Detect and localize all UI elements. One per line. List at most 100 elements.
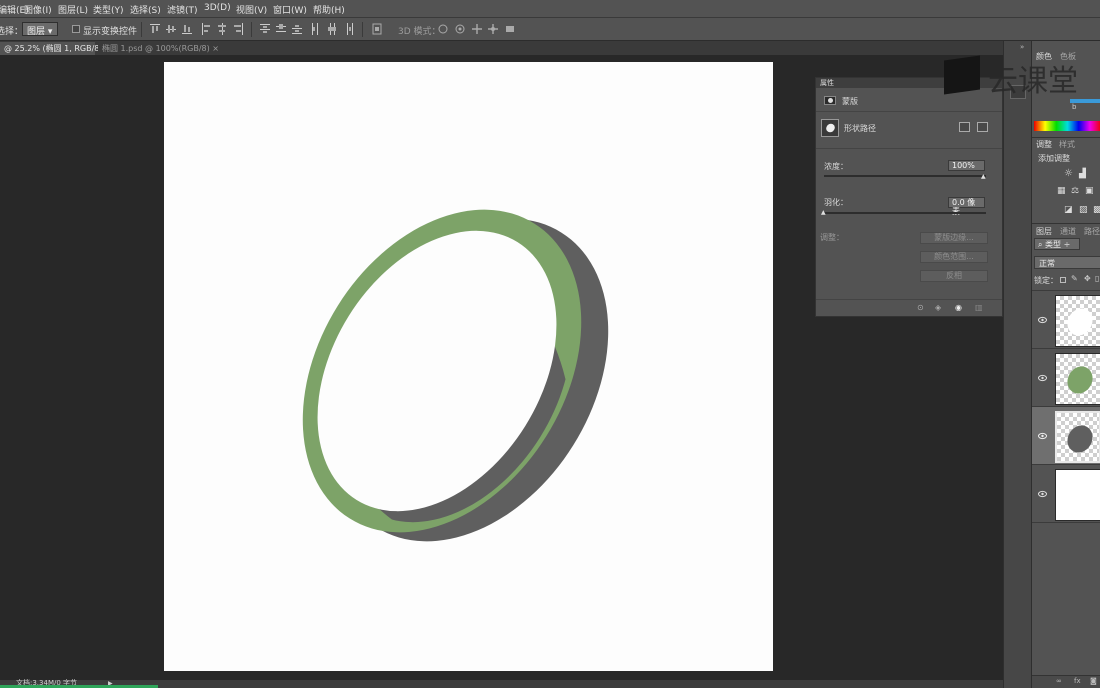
tab-layers[interactable]: 图层 — [1036, 226, 1052, 237]
feather-input[interactable]: 0.0 像素 — [948, 197, 985, 216]
3d-scale-icon[interactable] — [505, 23, 515, 35]
distribute-bottom-icon[interactable] — [292, 23, 302, 35]
density-slider[interactable] — [824, 175, 986, 177]
add-pixel-mask-icon[interactable] — [959, 122, 970, 132]
gradient-map-icon[interactable]: ▨ — [1079, 205, 1088, 215]
layer-style-icon[interactable]: fx — [1074, 677, 1081, 685]
visibility-eye-icon[interactable] — [1038, 314, 1047, 324]
menu-type[interactable]: 类型(Y) — [93, 3, 124, 16]
color-balance-icon[interactable]: ⚖ — [1071, 186, 1079, 196]
properties-footer: ⊙ ◈ ◉ ▥ — [816, 299, 1002, 316]
blend-mode-value: 正常 — [1039, 259, 1055, 268]
tab-document[interactable]: 椭圆 1.psd @ 100%(RGB/8) × — [98, 42, 219, 55]
layer-row[interactable] — [1032, 349, 1100, 407]
hue-saturation-icon[interactable]: ▦ — [1057, 186, 1066, 196]
align-hcenter-icon[interactable] — [217, 23, 227, 35]
3d-mode-label: 3D 模式： — [398, 27, 441, 37]
status-bar: 文档:3.34M/0 字节 ▶ — [0, 679, 1030, 688]
options-bar: 选择： 图层 ▾ 显示变换控件 3D 模式： — [0, 18, 1100, 41]
add-vector-mask-icon[interactable] — [977, 122, 988, 132]
separator — [141, 22, 142, 37]
align-vcenter-icon[interactable] — [166, 23, 176, 35]
auto-select-value: 图层 — [27, 27, 46, 37]
apply-mask-icon[interactable]: ◈ — [935, 303, 941, 312]
density-slider-thumb[interactable]: ▲ — [981, 173, 986, 180]
link-layers-icon[interactable]: ∞ — [1056, 677, 1062, 685]
tab-channels[interactable]: 通道 — [1060, 226, 1076, 237]
divider — [816, 148, 1002, 149]
black-white-icon[interactable]: ▣ — [1085, 186, 1094, 196]
layer-thumbnail — [1055, 353, 1100, 405]
layer-row-selected[interactable] — [1032, 407, 1100, 465]
3d-pan-icon[interactable] — [472, 23, 482, 35]
menu-help[interactable]: 帮助(H) — [313, 3, 345, 16]
layer-row[interactable] — [1032, 291, 1100, 349]
menu-filter[interactable]: 滤镜(T) — [167, 3, 198, 16]
layer-thumbnail — [1055, 411, 1100, 463]
blend-mode-dropdown[interactable]: 正常 — [1034, 256, 1100, 269]
brightness-icon[interactable]: ☼ — [1064, 168, 1073, 179]
shape-path-thumbnail[interactable] — [821, 119, 839, 137]
distribute-left-icon[interactable] — [311, 23, 321, 35]
3d-rotate-icon[interactable] — [438, 23, 448, 35]
properties-panel: 属性 蒙版 形状路径 浓度： 100% ▲ 羽化： 0.0 像素 ▲ 调整： 蒙… — [815, 77, 1003, 317]
color-range-button[interactable]: 颜色范围... — [920, 251, 988, 263]
lock-transparent-icon[interactable] — [1060, 277, 1066, 283]
visibility-eye-icon[interactable] — [1038, 430, 1047, 440]
align-left-icon[interactable] — [201, 23, 211, 35]
channel-b-label: b — [1072, 103, 1077, 111]
load-selection-icon[interactable]: ⊙ — [917, 303, 924, 312]
feather-slider[interactable] — [824, 212, 986, 214]
density-input[interactable]: 100% — [948, 160, 985, 171]
show-transform-checkbox[interactable] — [72, 25, 80, 33]
add-mask-icon[interactable]: ◙ — [1090, 677, 1097, 685]
trash-icon[interactable]: ▥ — [975, 303, 983, 312]
visibility-eye-icon[interactable] — [1038, 372, 1047, 382]
distribute-vcenter-icon[interactable] — [276, 23, 286, 35]
mask-edge-button[interactable]: 蒙版边缘... — [920, 232, 988, 244]
collapsed-panel-strip: » — [1003, 41, 1031, 688]
invert-adjust-icon[interactable]: ◪ — [1064, 205, 1073, 215]
tab-adjustments[interactable]: 调整 — [1036, 139, 1052, 150]
divider — [816, 111, 1002, 112]
auto-align-icon[interactable] — [372, 23, 382, 35]
lock-move-icon[interactable]: ✥ — [1084, 274, 1091, 283]
distribute-right-icon[interactable] — [343, 23, 353, 35]
menu-image[interactable]: 图像(I) — [24, 3, 52, 16]
menu-layer[interactable]: 图层(L) — [58, 3, 88, 16]
menu-select[interactable]: 选择(S) — [130, 3, 161, 16]
tab-close-icon[interactable]: × — [212, 44, 219, 53]
3d-slide-icon[interactable] — [488, 23, 498, 35]
levels-icon[interactable]: ▟ — [1079, 169, 1086, 179]
menu-window[interactable]: 窗口(W) — [273, 3, 307, 16]
align-bottom-icon[interactable] — [182, 23, 192, 35]
align-right-icon[interactable] — [233, 23, 243, 35]
3d-roll-icon[interactable] — [455, 23, 465, 35]
kind-filter-value: 类型 — [1045, 240, 1062, 249]
separator — [362, 22, 363, 37]
mask-icon[interactable] — [824, 96, 836, 105]
selective-color-icon[interactable]: ▩ — [1093, 205, 1100, 215]
feather-slider-thumb[interactable]: ▲ — [821, 209, 826, 216]
document-canvas[interactable] — [164, 62, 773, 671]
tab-styles[interactable]: 样式 — [1059, 139, 1075, 150]
invert-button[interactable]: 反相 — [920, 270, 988, 282]
lock-all-icon[interactable]: ▯ — [1095, 274, 1099, 283]
layer-kind-filter[interactable]: ⌕ 类型 ÷ — [1034, 238, 1080, 250]
visibility-eye-icon[interactable]: ◉ — [955, 303, 962, 312]
align-top-icon[interactable] — [150, 23, 160, 35]
color-ramp[interactable] — [1034, 121, 1100, 131]
feather-label: 羽化： — [824, 198, 848, 207]
menu-view[interactable]: 视图(V) — [236, 3, 267, 16]
collapse-panels-icon[interactable]: » — [1020, 43, 1024, 51]
adjust-label: 调整： — [820, 233, 844, 242]
tab-paths[interactable]: 路径 — [1084, 226, 1100, 237]
visibility-eye-icon[interactable] — [1038, 488, 1047, 498]
distribute-top-icon[interactable] — [260, 23, 270, 35]
auto-select-dropdown[interactable]: 图层 ▾ — [22, 22, 58, 37]
layer-row[interactable] — [1032, 465, 1100, 523]
menu-3d[interactable]: 3D(D) — [204, 3, 231, 13]
lock-brush-icon[interactable]: ✎ — [1071, 274, 1078, 283]
distribute-hcenter-icon[interactable] — [327, 23, 337, 35]
tab-active-document[interactable]: @ 25.2% (椭圆 1, RGB/8) * × — [0, 42, 118, 55]
